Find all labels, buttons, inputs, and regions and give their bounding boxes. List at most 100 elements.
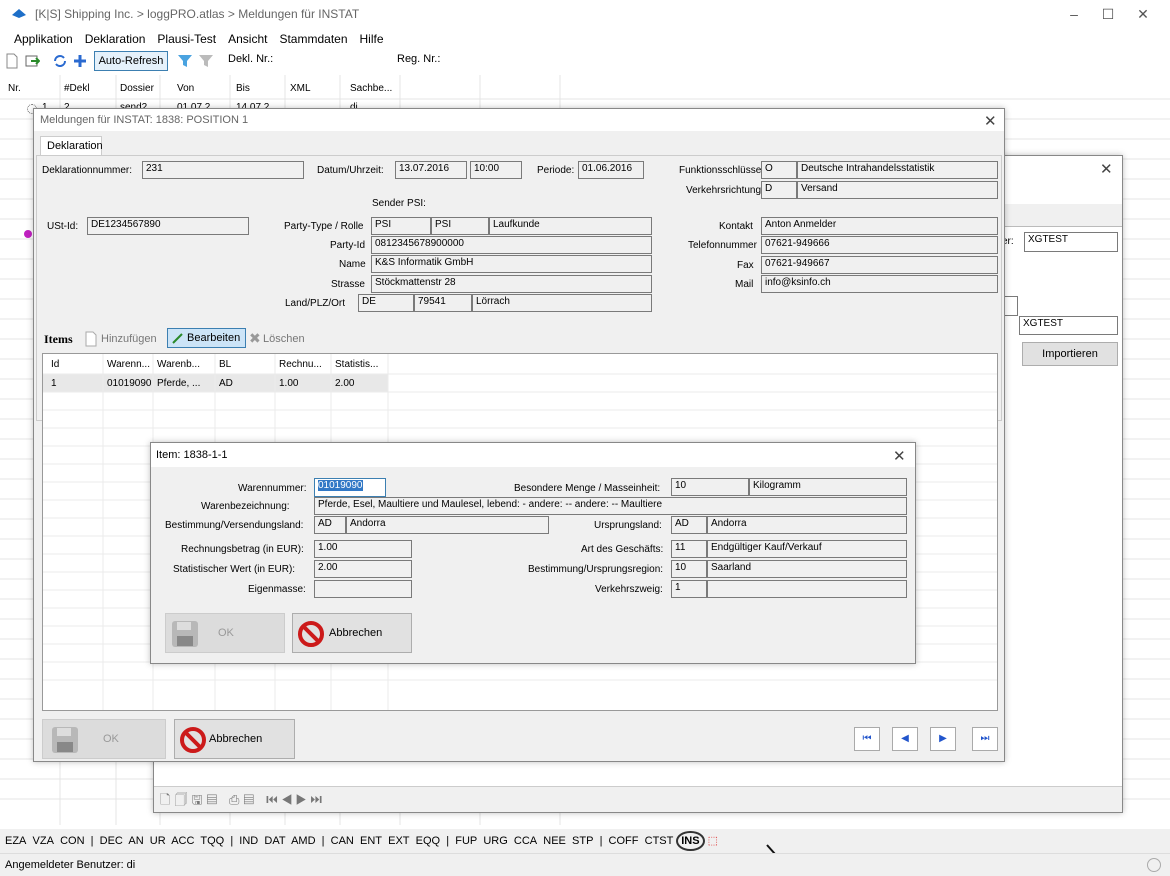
item-ok-button[interactable]: OK — [165, 613, 285, 653]
bg-field-1[interactable]: XGTEST — [1024, 232, 1118, 252]
nav-first-button[interactable]: ⏮ — [854, 727, 880, 751]
bestimmungsland-text-field[interactable]: Andorra — [346, 516, 549, 534]
maximize-button[interactable]: ☐ — [1097, 4, 1119, 24]
party-type-field[interactable]: PSI — [371, 217, 431, 235]
item-rechnung[interactable]: 1.00 — [279, 378, 298, 389]
verkehrszweig-code-field[interactable]: 1 — [671, 580, 707, 598]
item-warenbez[interactable]: Pferde, ... — [157, 378, 200, 389]
module-nee[interactable]: NEE — [543, 835, 566, 847]
menge-field[interactable]: 10 — [671, 478, 749, 496]
instat-cancel-button[interactable]: Abbrechen — [174, 719, 295, 759]
bg-close-icon[interactable]: ✕ — [1100, 160, 1113, 178]
menu-stammdaten[interactable]: Stammdaten — [273, 29, 353, 49]
item-statistisch[interactable]: 2.00 — [335, 378, 354, 389]
ort-field[interactable]: Lörrach — [472, 294, 652, 312]
reg-nr-input[interactable] — [440, 51, 575, 70]
region-text-field[interactable]: Saarland — [707, 560, 907, 578]
art-geschaefts-code-field[interactable]: 11 — [671, 540, 707, 558]
module-acc[interactable]: ACC — [171, 835, 194, 847]
export-icon[interactable] — [24, 53, 40, 69]
items-col-warenbez[interactable]: Warenb... — [157, 359, 200, 370]
verkehr-code-field[interactable]: D — [761, 181, 797, 199]
module-ind[interactable]: IND — [239, 835, 258, 847]
menu-hilfe[interactable]: Hilfe — [354, 29, 390, 49]
menu-applikation[interactable]: Applikation — [8, 29, 79, 49]
module-coff[interactable]: COFF — [609, 835, 639, 847]
items-col-id[interactable]: Id — [51, 359, 59, 370]
module-ent[interactable]: ENT — [360, 835, 382, 847]
bg-field-2[interactable]: XGTEST — [1019, 316, 1118, 335]
item-bl[interactable]: AD — [219, 378, 233, 389]
art-geschaefts-text-field[interactable]: Endgültiger Kauf/Verkauf — [707, 540, 907, 558]
module-vza[interactable]: VZA — [33, 835, 54, 847]
module-ctst[interactable]: CTST — [645, 835, 674, 847]
module-can[interactable]: CAN — [331, 835, 354, 847]
col-dossier[interactable]: Dossier — [120, 83, 154, 94]
verkehr-text-field[interactable]: Versand — [797, 181, 998, 199]
plz-field[interactable]: 79541 — [414, 294, 472, 312]
module-stp[interactable]: STP — [572, 835, 593, 847]
party-role-text-field[interactable]: Laufkunde — [489, 217, 652, 235]
col-nr[interactable]: Nr. — [8, 83, 21, 94]
pdf-icon[interactable]: ⬚ — [708, 835, 718, 847]
verkehrszweig-text-field[interactable] — [707, 580, 907, 598]
module-urg[interactable]: URG — [483, 835, 507, 847]
tel-field[interactable]: 07621-949666 — [761, 236, 998, 254]
tab-deklaration[interactable]: Deklaration — [40, 136, 103, 155]
refresh-icon[interactable] — [52, 53, 68, 69]
instat-close-icon[interactable]: ✕ — [984, 112, 997, 130]
items-col-bl[interactable]: BL — [219, 359, 231, 370]
einheit-field[interactable]: Kilogramm — [749, 478, 907, 496]
land-field[interactable]: DE — [358, 294, 414, 312]
uhrzeit-field[interactable]: 10:00 — [470, 161, 522, 179]
new-doc-icon[interactable] — [4, 53, 20, 69]
instat-ok-button[interactable]: OK — [42, 719, 166, 759]
delete-x-icon[interactable]: ✖ — [249, 330, 261, 347]
module-cca[interactable]: CCA — [514, 835, 537, 847]
col-xml[interactable]: XML — [290, 83, 311, 94]
module-ur[interactable]: UR — [150, 835, 166, 847]
item-cancel-button[interactable]: Abbrechen — [292, 613, 412, 653]
funktion-text-field[interactable]: Deutsche Intrahandelsstatistik — [797, 161, 998, 179]
periode-field[interactable]: 01.06.2016 — [578, 161, 644, 179]
warennummer-field[interactable]: 01019090 — [314, 478, 386, 497]
module-amd[interactable]: AMD — [291, 835, 315, 847]
bestimmungsland-code-field[interactable]: AD — [314, 516, 346, 534]
bg-nav-icons[interactable]: 🗋🗍🖫▤ ⎙▤ ⏮◀▶⏭ — [160, 791, 326, 813]
mail-field[interactable]: info@ksinfo.ch — [761, 275, 998, 293]
delete-item-button[interactable]: Löschen — [263, 333, 305, 345]
close-button[interactable]: ✕ — [1132, 4, 1154, 24]
name-field[interactable]: K&S Informatik GmbH — [371, 255, 652, 273]
kontakt-field[interactable]: Anton Anmelder — [761, 217, 998, 235]
statistischer-wert-field[interactable]: 2.00 — [314, 560, 412, 578]
item-id[interactable]: 1 — [51, 378, 57, 389]
ustid-field[interactable]: DE1234567890 — [87, 217, 249, 235]
col-sachbe[interactable]: Sachbe... — [350, 83, 392, 94]
item-close-icon[interactable]: ✕ — [893, 447, 906, 465]
auto-refresh-button[interactable]: Auto-Refresh — [94, 51, 168, 71]
module-tqq[interactable]: TQQ — [200, 835, 224, 847]
menu-deklaration[interactable]: Deklaration — [79, 29, 152, 49]
menu-ansicht[interactable]: Ansicht — [222, 29, 273, 49]
dekl-nr-input[interactable] — [277, 51, 387, 70]
module-con[interactable]: CON — [60, 835, 84, 847]
nav-next-button[interactable]: ▶ — [930, 727, 956, 751]
items-col-warennummer[interactable]: Warenn... — [107, 359, 150, 370]
minimize-button[interactable]: – — [1063, 4, 1085, 24]
module-ext[interactable]: EXT — [388, 835, 409, 847]
module-ins[interactable]: INS — [676, 831, 705, 851]
filter-icon[interactable] — [177, 53, 193, 69]
ursprungsland-code-field[interactable]: AD — [671, 516, 707, 534]
fax-field[interactable]: 07621-949667 — [761, 256, 998, 274]
module-fup[interactable]: FUP — [455, 835, 477, 847]
item-warennummer[interactable]: 01019090 — [107, 378, 152, 389]
edit-item-button[interactable]: Bearbeiten — [167, 328, 246, 348]
datum-field[interactable]: 13.07.2016 — [395, 161, 467, 179]
region-code-field[interactable]: 10 — [671, 560, 707, 578]
strasse-field[interactable]: Stöckmattenstr 28 — [371, 275, 652, 293]
col-bis[interactable]: Bis — [236, 83, 250, 94]
funktion-code-field[interactable]: O — [761, 161, 797, 179]
deklarationsnummer-field[interactable]: 231 — [142, 161, 304, 179]
add-item-button[interactable]: Hinzufügen — [101, 333, 157, 345]
menu-plausi-test[interactable]: Plausi-Test — [151, 29, 222, 49]
